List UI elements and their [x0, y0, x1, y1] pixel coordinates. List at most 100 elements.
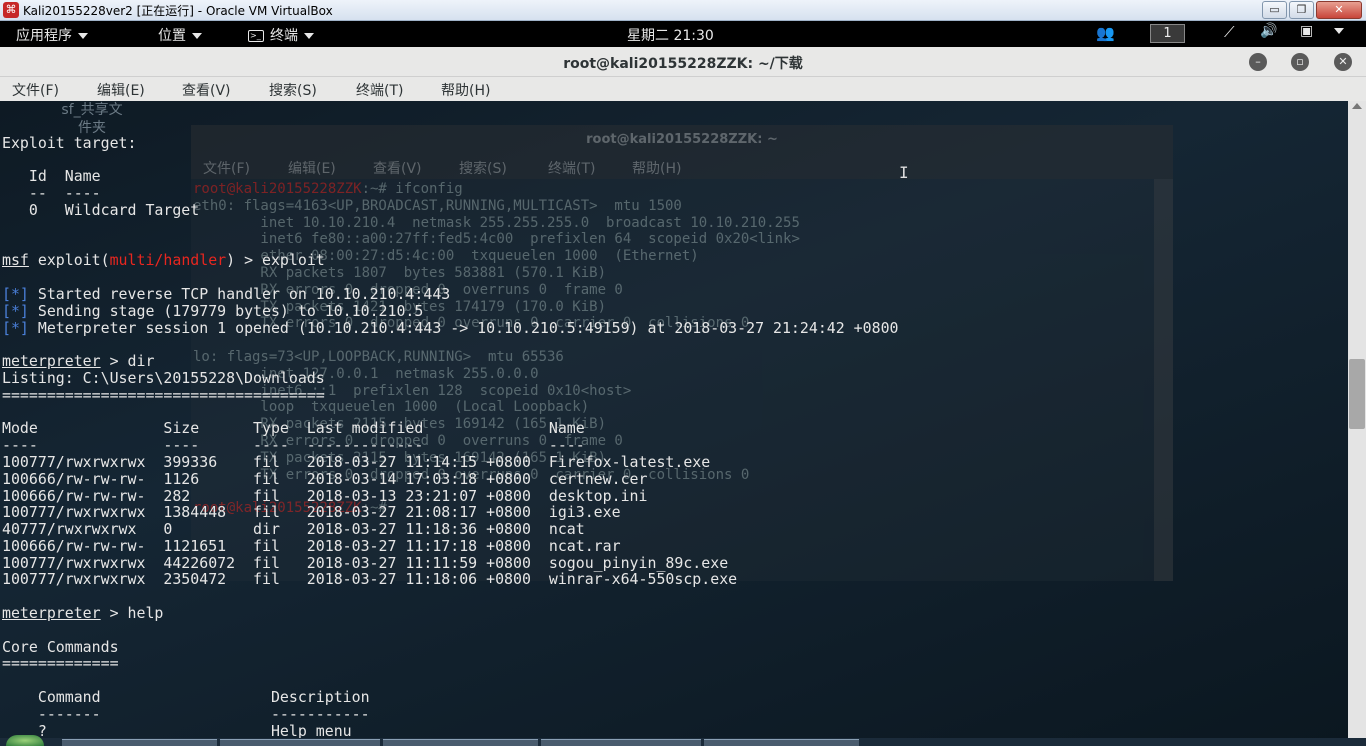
terminal-app-menu-label: 终端	[270, 28, 298, 44]
meterpreter-prompt-line: meterpreter > help	[2, 604, 163, 622]
msf-prompt: msf	[2, 251, 29, 269]
taskbar-button[interactable]	[383, 739, 538, 746]
battery-icon[interactable]: ▣	[1300, 23, 1313, 39]
taskbar-button[interactable]	[704, 739, 859, 746]
terminal-icon: >_	[248, 30, 264, 42]
terminal-title: root@kali20155228ZZK: ~/下载	[563, 56, 803, 72]
taskbar-button[interactable]	[541, 739, 701, 746]
bg-menu-terminal: 终端(T)	[548, 161, 596, 177]
bg-menu-search: 搜索(S)	[459, 161, 507, 177]
dir-table-header: Mode Size Type Last modified Name	[2, 419, 585, 437]
menu-file[interactable]: 文件(F)	[12, 80, 59, 100]
background-terminal-line: inet6 fe80::a00:27ff:fed5:4c00 prefixlen…	[193, 231, 800, 248]
chevron-down-icon	[192, 33, 202, 39]
start-button[interactable]	[6, 735, 44, 746]
menu-terminal[interactable]: 终端(T)	[356, 80, 403, 100]
menu-view[interactable]: 查看(V)	[182, 80, 231, 100]
background-terminal-title: root@kali20155228ZZK: ~	[586, 132, 778, 147]
status-text: Meterpreter session 1 opened (10.10.210.…	[28, 319, 899, 337]
status-star: [*]	[2, 319, 29, 337]
scrollbar-thumb[interactable]	[1349, 359, 1365, 429]
listing-separator: ====================================	[2, 386, 325, 404]
menu-search[interactable]: 搜索(S)	[269, 80, 317, 100]
dir-row: 100777/rwxrwxrwx 2350472 fil 2018-03-27 …	[2, 570, 738, 588]
text-cursor-icon: I	[899, 163, 909, 182]
status-star: [*]	[2, 302, 29, 320]
dir-row: 100777/rwxrwxrwx 399336 fil 2018-03-27 1…	[2, 453, 711, 471]
core-commands-separator: =============	[2, 654, 119, 672]
module-name: multi/handler	[109, 251, 227, 269]
people-icon[interactable]: 👥	[1096, 24, 1115, 42]
host-maximize-button[interactable]: ❐	[1289, 1, 1314, 19]
msf-prompt-line: msf exploit(multi/handler) > exploit	[2, 251, 325, 269]
scroll-up-arrow-icon[interactable]	[1352, 103, 1362, 109]
terminal-menubar: 文件(F) 编辑(E) 查看(V) 搜索(S) 终端(T) 帮助(H)	[0, 77, 1366, 101]
exploit-command: ) > exploit	[226, 251, 325, 269]
background-terminal-scrollbar	[1154, 179, 1173, 581]
bg-menu-view: 查看(V)	[373, 161, 422, 177]
background-terminal-menubar: 文件(F) 编辑(E) 查看(V) 搜索(S) 终端(T) 帮助(H)	[191, 155, 1173, 179]
taskbar-button[interactable]	[62, 739, 217, 746]
dir-row: 100666/rw-rw-rw- 1126 fil 2018-03-14 17:…	[2, 470, 648, 488]
dir-table-separator: ---- ---- ---- ------------- ----	[2, 436, 585, 454]
status-line: [*] Meterpreter session 1 opened (10.10.…	[2, 319, 899, 337]
terminal-minimize-button[interactable]: –	[1249, 53, 1267, 71]
meterpreter-prompt-line: meterpreter > dir	[2, 352, 154, 370]
host-close-button[interactable]: ✕	[1316, 1, 1362, 19]
places-menu[interactable]: 位置	[158, 25, 202, 45]
status-star: [*]	[2, 285, 29, 303]
command-table-separator: ------- -----------	[2, 705, 370, 723]
meterpreter-prompt: meterpreter	[2, 604, 101, 622]
chevron-down-icon	[304, 33, 314, 39]
system-menu-chevron-icon[interactable]	[1334, 23, 1344, 39]
bg-menu-edit: 编辑(E)	[288, 161, 336, 177]
exploit-prefix: exploit(	[28, 251, 110, 269]
help-command: > help	[100, 604, 164, 622]
command-table-header: Command Description	[2, 688, 370, 706]
bg-menu-help: 帮助(H)	[632, 161, 682, 177]
exploit-target-label: Exploit target:	[2, 134, 137, 152]
kali-top-panel: 应用程序 位置 >_ 终端 星期二 21:30 👥 1 ⟋ 🔊 ▣	[0, 21, 1366, 47]
applications-menu-label: 应用程序	[16, 28, 72, 44]
volume-icon[interactable]: 🔊	[1260, 23, 1277, 39]
terminal-content[interactable]: sf_共享文 件夹 root@kali20155228ZZK: ~ 文件(F) …	[0, 101, 1348, 746]
host-minimize-button[interactable]: ▭	[1262, 1, 1287, 19]
desktop-folder-label: sf_共享文 件夹	[42, 101, 142, 137]
terminal-close-button[interactable]: ✕	[1334, 53, 1352, 71]
virtualbox-icon: ⌘	[3, 2, 19, 18]
background-terminal-line: inet 10.10.210.4 netmask 255.255.255.0 b…	[193, 214, 800, 231]
desktop-folder-label-line1: sf_共享文	[61, 102, 123, 118]
host-window-title: Kali20155228ver2 [正在运行] - Oracle VM Virt…	[23, 3, 333, 18]
chevron-down-icon	[78, 33, 88, 39]
workspace-indicator[interactable]: 1	[1150, 24, 1185, 43]
applications-menu[interactable]: 应用程序	[16, 25, 88, 45]
menu-help[interactable]: 帮助(H)	[441, 80, 490, 100]
background-terminal-line: root@kali20155228ZZK:~# ifconfig	[193, 181, 463, 197]
terminal-maximize-button[interactable]: ▫	[1291, 53, 1309, 71]
listing-path: Listing: C:\Users\20155228\Downloads	[2, 369, 325, 387]
host-window-titlebar: ⌘ Kali20155228ver2 [正在运行] - Oracle VM Vi…	[0, 0, 1366, 21]
terminal-titlebar: root@kali20155228ZZK: ~/下载 – ▫ ✕	[0, 47, 1366, 77]
places-menu-label: 位置	[158, 28, 186, 44]
dir-row: 100666/rw-rw-rw- 1121651 fil 2018-03-27 …	[2, 537, 621, 555]
target-table-header: Id Name	[2, 167, 101, 185]
background-terminal-titlebar: root@kali20155228ZZK: ~	[191, 125, 1173, 155]
status-line: [*] Started reverse TCP handler on 10.10…	[2, 285, 450, 303]
menu-edit[interactable]: 编辑(E)	[97, 80, 145, 100]
status-line: [*] Sending stage (179779 bytes) to 10.1…	[2, 302, 423, 320]
terminal-scrollbar[interactable]	[1348, 101, 1366, 746]
status-text: Sending stage (179779 bytes) to 10.10.21…	[28, 302, 424, 320]
dir-command: > dir	[100, 352, 155, 370]
taskbar-button[interactable]	[220, 739, 380, 746]
terminal-app-menu[interactable]: >_ 终端	[248, 25, 314, 45]
dir-row: 100777/rwxrwxrwx 1384448 fil 2018-03-27 …	[2, 503, 621, 521]
network-icon[interactable]: ⟋	[1224, 23, 1235, 41]
bg-menu-file: 文件(F)	[203, 161, 250, 177]
panel-clock[interactable]: 星期二 21:30	[627, 25, 714, 45]
target-table-separator: -- ----	[2, 184, 101, 202]
meterpreter-prompt: meterpreter	[2, 352, 101, 370]
background-terminal-line: lo: flags=73<UP,LOOPBACK,RUNNING> mtu 65…	[193, 348, 564, 365]
background-terminal-line: eth0: flags=4163<UP,BROADCAST,RUNNING,MU…	[193, 197, 682, 214]
target-table-row: 0 Wildcard Target	[2, 201, 200, 219]
status-text: Started reverse TCP handler on 10.10.210…	[28, 285, 451, 303]
